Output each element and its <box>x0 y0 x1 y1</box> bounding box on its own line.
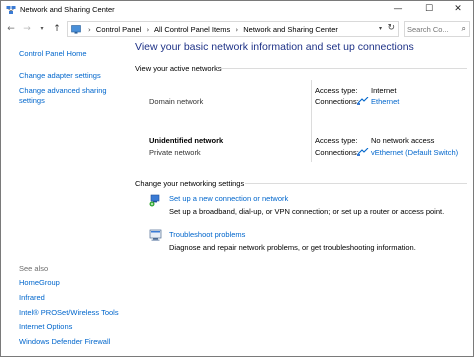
network-column-divider <box>311 80 312 162</box>
window-title: Network and Sharing Center <box>20 5 115 14</box>
set-up-connection-link[interactable]: Set up a new connection or network <box>169 194 288 203</box>
sidebar-item-infrared[interactable]: Infrared <box>19 293 45 303</box>
network-name: Unidentified network <box>149 136 224 145</box>
troubleshoot-icon <box>149 229 162 241</box>
search-input[interactable] <box>407 23 459 35</box>
navigation-bar: ← → ▾ ↑ › Control Panel › All Control Pa… <box>1 19 473 39</box>
close-button[interactable]: ✕ <box>443 1 473 19</box>
access-type-value: No network access <box>371 136 435 145</box>
ethernet-icon <box>357 97 369 105</box>
change-settings-label: Change your networking settings <box>135 179 245 188</box>
minimize-button[interactable]: — <box>383 1 413 19</box>
breadcrumb-network-sharing[interactable]: Network and Sharing Center <box>243 25 338 34</box>
recent-locations-icon[interactable]: ▾ <box>36 22 48 36</box>
troubleshoot-description: Diagnose and repair network problems, or… <box>169 243 416 252</box>
network-sharing-center-icon <box>6 6 16 14</box>
section-divider <box>245 183 467 184</box>
set-up-connection-description: Set up a broadband, dial-up, or VPN conn… <box>169 207 445 216</box>
vethernet-icon <box>357 148 369 156</box>
sidebar-item-change-advanced-sharing[interactable]: Change advanced sharing settings <box>19 86 119 106</box>
sidebar: Control Panel Home Change adapter settin… <box>1 39 131 357</box>
refresh-icon[interactable]: ↻ <box>387 23 395 33</box>
page-title: View your basic network information and … <box>135 41 414 53</box>
sidebar-item-homegroup[interactable]: HomeGroup <box>19 278 60 288</box>
active-networks-label: View your active networks <box>135 64 222 73</box>
breadcrumb-separator[interactable]: › <box>235 26 238 34</box>
breadcrumb-separator[interactable]: › <box>146 26 149 34</box>
sidebar-item-internet-options[interactable]: Internet Options <box>19 322 72 332</box>
address-dropdown-icon[interactable]: ▾ <box>379 25 382 32</box>
window: Network and Sharing Center — ☐ ✕ ← → ▾ ↑… <box>0 0 474 357</box>
breadcrumb-control-panel[interactable]: Control Panel <box>96 25 141 34</box>
connections-label: Connections: <box>315 148 359 157</box>
main-content: View your basic network information and … <box>135 39 471 357</box>
access-type-label: Access type: <box>315 136 358 145</box>
breadcrumb: › Control Panel › All Control Panel Item… <box>85 25 338 34</box>
connections-label: Connections: <box>315 97 359 106</box>
sidebar-item-change-adapter-settings[interactable]: Change adapter settings <box>19 71 101 81</box>
troubleshoot-problems-link[interactable]: Troubleshoot problems <box>169 230 245 239</box>
address-bar[interactable]: › Control Panel › All Control Panel Item… <box>67 21 399 37</box>
title-bar: Network and Sharing Center — ☐ ✕ <box>1 1 473 19</box>
back-icon[interactable]: ← <box>5 22 17 36</box>
access-type-label: Access type: <box>315 86 358 95</box>
control-panel-icon <box>71 25 81 34</box>
maximize-button[interactable]: ☐ <box>414 1 444 19</box>
see-also-label: See also <box>19 264 49 273</box>
network-setup-icon <box>149 194 160 207</box>
forward-icon[interactable]: → <box>21 22 33 36</box>
up-icon[interactable]: ↑ <box>51 22 63 36</box>
search-box[interactable]: ⌕ <box>404 21 470 37</box>
network-category: Domain network <box>149 97 204 106</box>
ethernet-connection-link[interactable]: Ethernet <box>371 97 399 106</box>
search-icon[interactable]: ⌕ <box>462 24 466 34</box>
sidebar-item-windows-defender-firewall[interactable]: Windows Defender Firewall <box>19 337 110 347</box>
breadcrumb-separator: › <box>88 26 91 34</box>
sidebar-item-control-panel-home[interactable]: Control Panel Home <box>19 49 87 59</box>
breadcrumb-all-items[interactable]: All Control Panel Items <box>154 25 230 34</box>
network-category: Private network <box>149 148 201 157</box>
access-type-value: Internet <box>371 86 397 95</box>
vethernet-connection-link[interactable]: vEthernet (Default Switch) <box>371 148 458 157</box>
sidebar-item-intel-proset[interactable]: Intel® PROSet/Wireless Tools <box>19 308 119 318</box>
section-divider <box>219 68 467 69</box>
